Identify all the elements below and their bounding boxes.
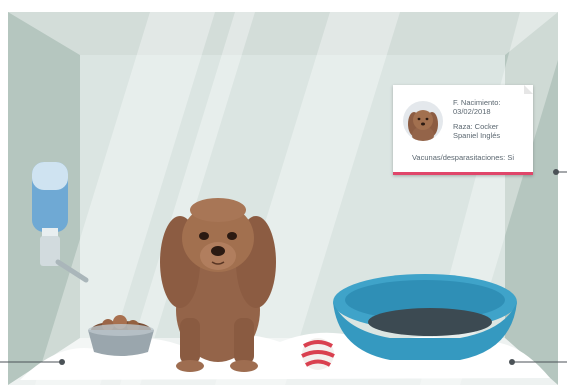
vaccines-text: Vacunas/desparasitaciones: Si (411, 153, 514, 162)
breed-value: Spaniel Inglés (453, 131, 501, 140)
card-fold (524, 85, 533, 94)
pet-fields: F. Nacimiento: 03/02/2018 Raza: Cocker S… (453, 98, 529, 140)
kennel-scene (0, 0, 567, 390)
dog-bed-icon (333, 274, 517, 360)
ceiling (8, 12, 558, 55)
dog-avatar-icon (403, 101, 443, 141)
pet-info-card: F. Nacimiento: 03/02/2018 Raza: Cocker S… (393, 85, 533, 175)
birth-label: F. Nacimiento: (453, 98, 501, 107)
ball-icon (301, 338, 335, 370)
birth-value: 03/02/2018 (453, 107, 491, 116)
breed-label: Raza: Cocker (453, 122, 499, 131)
